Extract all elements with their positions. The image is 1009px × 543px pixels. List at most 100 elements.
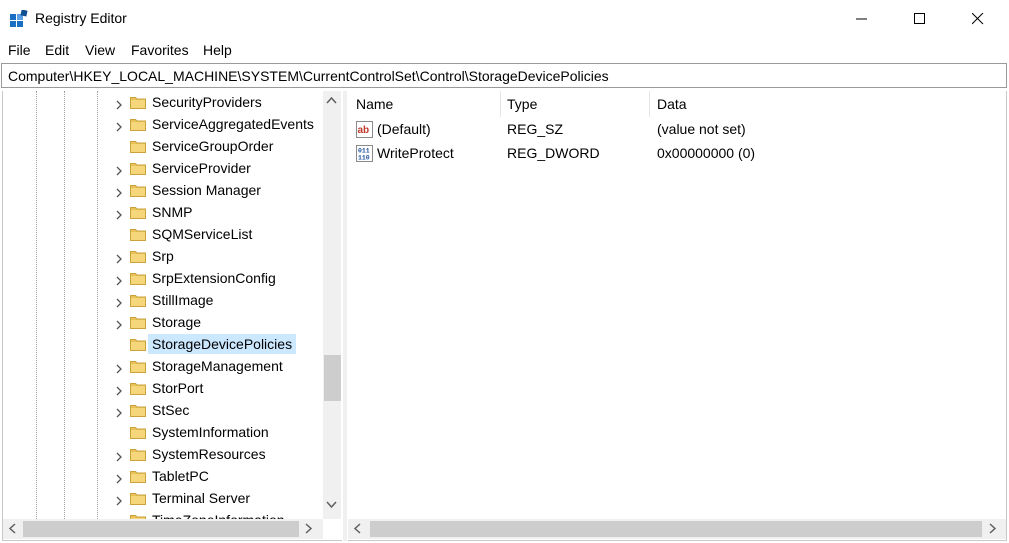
tree-item-label: SrpExtensionConfig: [152, 270, 276, 286]
value-name: WriteProtect: [377, 145, 454, 161]
tree-item[interactable]: StorageDevicePolicies: [3, 333, 325, 355]
key-tree-pane: SecurityProviders ServiceAggregatedEvents…: [2, 91, 342, 541]
folder-icon: [130, 315, 146, 329]
menu-favorites[interactable]: Favorites: [131, 42, 189, 58]
tree-horizontal-scrollbar[interactable]: [3, 519, 323, 539]
scroll-left-icon[interactable]: [8, 523, 16, 534]
chevron-right-icon[interactable]: [114, 449, 124, 462]
folder-icon: [130, 271, 146, 285]
value-data: (value not set): [657, 121, 746, 137]
scroll-left-icon[interactable]: [353, 523, 361, 534]
folder-icon: [130, 249, 146, 263]
menu-edit[interactable]: Edit: [45, 42, 69, 58]
tree-item[interactable]: SystemResources: [3, 443, 325, 465]
address-bar[interactable]: Computer\HKEY_LOCAL_MACHINE\SYSTEM\Curre…: [1, 63, 1007, 88]
chevron-right-icon[interactable]: [114, 361, 124, 374]
tree-item[interactable]: StorageManagement: [3, 355, 325, 377]
chevron-right-icon[interactable]: [114, 119, 124, 132]
folder-icon: [130, 381, 146, 395]
value-row[interactable]: 011 110 WriteProtect REG_DWORD 0x0000000…: [348, 142, 998, 166]
menu-view[interactable]: View: [85, 42, 115, 58]
binary-value-icon: 011 110: [356, 145, 373, 162]
folder-icon: [130, 205, 146, 219]
tree-item-label: ServiceProvider: [152, 160, 251, 176]
chevron-right-icon[interactable]: [114, 295, 124, 308]
values-list-pane: Name Type Data ab (Default) REG_SZ (valu…: [348, 91, 1007, 541]
address-path: Computer\HKEY_LOCAL_MACHINE\SYSTEM\Curre…: [8, 68, 609, 84]
tree-item[interactable]: SecurityProviders: [3, 91, 325, 113]
tree-item[interactable]: ServiceProvider: [3, 157, 325, 179]
window-title: Registry Editor: [35, 10, 127, 26]
tree-item[interactable]: Storage: [3, 311, 325, 333]
chevron-right-icon[interactable]: [114, 273, 124, 286]
column-header-data[interactable]: Data: [649, 91, 999, 117]
maximize-icon: [914, 13, 925, 24]
pane-splitter[interactable]: [343, 91, 347, 541]
tree-item-label: Srp: [152, 248, 174, 264]
scroll-up-icon[interactable]: [326, 96, 337, 104]
tree-item-label: TabletPC: [152, 468, 209, 484]
tree-item[interactable]: StorPort: [3, 377, 325, 399]
folder-icon: [130, 337, 146, 351]
tree-vertical-scroll-thumb[interactable]: [324, 355, 341, 401]
scroll-down-icon[interactable]: [326, 501, 337, 509]
folder-icon: [130, 403, 146, 417]
tree-item[interactable]: StSec: [3, 399, 325, 421]
values-horizontal-scrollbar[interactable]: [348, 519, 1006, 539]
value-type: REG_SZ: [507, 121, 564, 137]
maximize-button[interactable]: [891, 0, 949, 38]
tree-item[interactable]: Session Manager: [3, 179, 325, 201]
tree-item-label: Session Manager: [152, 182, 261, 198]
tree-item-label: StorageManagement: [152, 358, 283, 374]
tree-horizontal-scroll-thumb[interactable]: [23, 521, 299, 537]
chevron-right-icon[interactable]: [114, 383, 124, 396]
menu-file[interactable]: File: [8, 42, 31, 58]
folder-icon: [130, 95, 146, 109]
column-header-type[interactable]: Type: [499, 91, 649, 117]
chevron-right-icon[interactable]: [114, 97, 124, 110]
folder-icon: [130, 183, 146, 197]
menu-help[interactable]: Help: [203, 42, 232, 58]
folder-icon: [130, 359, 146, 373]
value-row[interactable]: ab (Default) REG_SZ (value not set): [348, 118, 998, 142]
values-horizontal-scroll-thumb[interactable]: [370, 521, 982, 537]
folder-icon: [130, 491, 146, 505]
chevron-right-icon[interactable]: [114, 317, 124, 330]
tree-item[interactable]: Terminal Server: [3, 487, 325, 509]
chevron-right-icon[interactable]: [114, 405, 124, 418]
chevron-right-icon[interactable]: [114, 493, 124, 506]
tree-item[interactable]: TabletPC: [3, 465, 325, 487]
chevron-right-icon[interactable]: [114, 207, 124, 220]
tree-item[interactable]: SNMP: [3, 201, 325, 223]
folder-icon: [130, 447, 146, 461]
chevron-right-icon[interactable]: [114, 185, 124, 198]
chevron-right-icon[interactable]: [114, 163, 124, 176]
minimize-button[interactable]: [833, 0, 891, 38]
tree-item[interactable]: Srp: [3, 245, 325, 267]
svg-text:110: 110: [358, 155, 370, 162]
chevron-right-icon[interactable]: [114, 251, 124, 264]
tree-item[interactable]: StillImage: [3, 289, 325, 311]
folder-icon: [130, 293, 146, 307]
tree-item-label: SystemInformation: [152, 424, 269, 440]
scroll-right-icon[interactable]: [989, 523, 997, 534]
svg-text:011: 011: [358, 148, 370, 155]
tree-item[interactable]: SrpExtensionConfig: [3, 267, 325, 289]
tree-item[interactable]: ServiceAggregatedEvents: [3, 113, 325, 135]
tree-item-label: StorPort: [152, 380, 204, 396]
close-icon: [972, 13, 984, 25]
close-button[interactable]: [949, 0, 1007, 38]
tree-item-label: SecurityProviders: [152, 94, 262, 110]
tree-item-label: StSec: [152, 402, 190, 418]
tree-item[interactable]: SQMServiceList: [3, 223, 325, 245]
tree-item[interactable]: SystemInformation: [3, 421, 325, 443]
chevron-right-icon[interactable]: [114, 471, 124, 484]
scroll-right-icon[interactable]: [305, 523, 313, 534]
tree-item[interactable]: ServiceGroupOrder: [3, 135, 325, 157]
value-name: (Default): [377, 121, 431, 137]
title-bar: Registry Editor: [0, 0, 1009, 38]
column-header-name[interactable]: Name: [348, 91, 500, 117]
tree-vertical-scrollbar[interactable]: [323, 91, 341, 519]
folder-icon: [130, 227, 146, 241]
tree-item-label: SQMServiceList: [152, 226, 253, 242]
